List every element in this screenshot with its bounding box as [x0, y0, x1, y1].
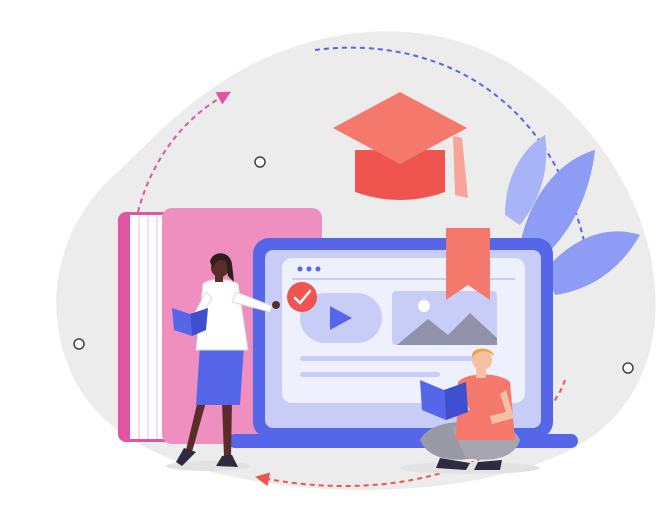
check-icon: [287, 282, 317, 312]
decor-circle: [622, 362, 634, 374]
laptop: [228, 238, 578, 448]
window-dot: [306, 266, 312, 272]
window-dot: [315, 266, 321, 272]
decor-circle: [73, 338, 85, 350]
decor-circle: [254, 156, 266, 168]
image-icon: [392, 291, 497, 345]
text-line: [300, 372, 440, 377]
online-learning-illustration: [56, 31, 656, 491]
floor-shadow: [400, 462, 540, 474]
window-dot: [297, 266, 303, 272]
text-line: [300, 356, 490, 361]
